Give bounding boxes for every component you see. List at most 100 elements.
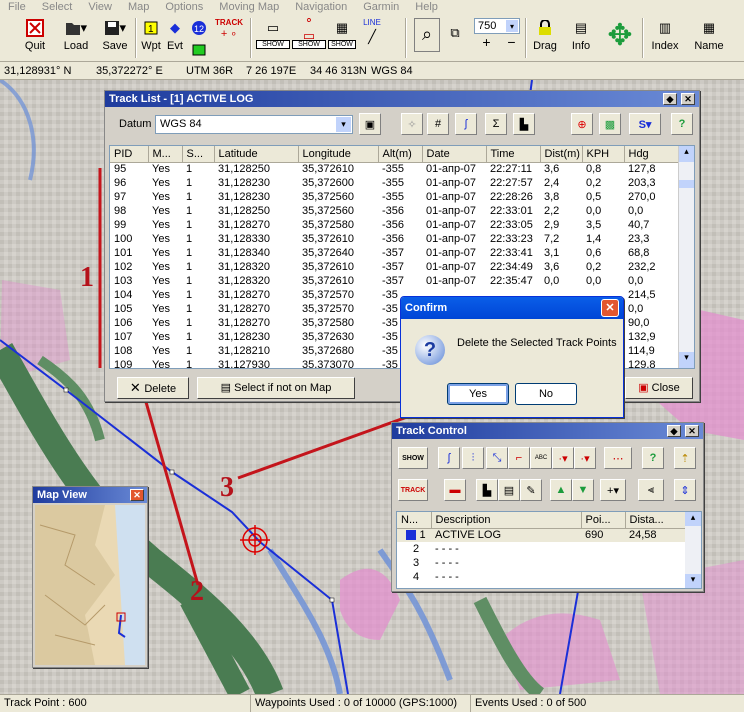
track-line-icon[interactable]: ▬ — [444, 479, 466, 501]
vertical-scrollbar[interactable]: ▴ ▾ — [678, 146, 694, 368]
scroll-down-icon[interactable]: ▾ — [679, 352, 694, 368]
track-button[interactable]: TRACK + ∘ — [214, 18, 244, 40]
event-button[interactable]: ◆ Evt — [164, 18, 186, 52]
yes-button[interactable]: Yes — [447, 383, 509, 405]
scroll-down-icon[interactable]: ▾ — [685, 574, 701, 588]
zoom-window-button[interactable]: ⧉ — [442, 18, 468, 52]
add-dropdown-icon[interactable]: +▾ — [600, 479, 626, 501]
help-icon[interactable]: ? — [642, 447, 664, 469]
track-list-titlebar[interactable]: Track List - [1] ACTIVE LOG ◆ ✕ — [105, 91, 699, 107]
table-row[interactable]: 99 Yes 1 31,128270 35,372580 -356 01-апр-07 22:… — [110, 218, 680, 232]
column-header[interactable]: Alt(m) — [378, 146, 423, 163]
zoom-in-icon[interactable]: + — [482, 34, 490, 50]
menu-file[interactable]: File — [0, 0, 34, 14]
sort-dropdown-icon[interactable]: S▾ — [629, 113, 661, 135]
magnify-button[interactable]: ⌕ — [414, 18, 440, 52]
column-header[interactable]: PID — [110, 146, 149, 163]
zoom-out-icon[interactable]: − — [507, 34, 515, 50]
crosshair-filter-icon[interactable]: ✧ — [401, 113, 423, 135]
menu-select[interactable]: Select — [34, 0, 81, 14]
column-header[interactable]: S... — [182, 146, 215, 163]
table-row[interactable]: 4 - - - - — [397, 570, 687, 584]
table-row[interactable]: 101 Yes 1 31,128340 35,372640 -357 01-апр-07 22… — [110, 246, 680, 260]
picture-icon[interactable]: ▣ — [359, 113, 381, 135]
scroll-thumb[interactable] — [679, 180, 694, 188]
restore-icon[interactable]: ◆ — [663, 93, 677, 105]
table-row[interactable]: 2 - - - - — [397, 542, 687, 556]
upload-icon[interactable]: ⇡ — [674, 447, 696, 469]
column-header[interactable]: Poi... — [581, 512, 626, 529]
column-header[interactable]: KPH — [582, 146, 625, 163]
table-row[interactable]: 96 Yes 1 31,128230 35,372600 -355 01-апр-07 22:… — [110, 176, 680, 190]
document-icon[interactable]: ▤ — [498, 479, 520, 501]
load-button[interactable]: ▾ Load — [60, 18, 92, 52]
join-tracks-icon[interactable]: ⋯ — [604, 447, 632, 469]
menu-map[interactable]: Map — [120, 0, 157, 14]
column-header[interactable]: Longitude — [298, 146, 379, 163]
dot-dropdown-icon[interactable]: ·▾ — [574, 447, 596, 469]
show-waypoints-button[interactable]: ▭ SHOW — [256, 18, 290, 49]
name-button[interactable]: ▦ Name — [692, 18, 726, 52]
map-view-titlebar[interactable]: Map View ✕ — [33, 487, 147, 503]
info-button[interactable]: ▤ Info — [566, 18, 596, 52]
column-header[interactable]: Description — [431, 512, 582, 529]
edit-icon[interactable]: ✎ — [520, 479, 542, 501]
no-button[interactable]: No — [515, 383, 577, 405]
close-icon[interactable]: ✕ — [601, 299, 619, 317]
column-header[interactable]: Latitude — [214, 146, 299, 163]
track-curve-icon[interactable]: ʃ — [455, 113, 477, 135]
move-down-icon[interactable]: ▼ — [572, 479, 594, 501]
restore-icon[interactable]: ◆ — [667, 425, 681, 437]
close-icon[interactable]: ✕ — [130, 489, 144, 501]
help-icon[interactable]: ? — [671, 113, 693, 135]
drag-button[interactable]: Drag — [530, 18, 560, 52]
sigma-icon[interactable]: Σ — [485, 113, 507, 135]
merge-icon[interactable]: ⫷ — [638, 479, 664, 501]
move-up-icon[interactable]: ▲ — [550, 479, 572, 501]
confirm-titlebar[interactable]: Confirm ✕ — [401, 297, 623, 319]
column-header[interactable]: Hdg — [624, 146, 681, 163]
column-header[interactable]: Time — [486, 146, 541, 163]
close-button[interactable]: ▣ Close — [625, 377, 693, 399]
select-if-not-on-map-button[interactable]: ▤ Select if not on Map — [197, 377, 355, 399]
menu-garmin[interactable]: Garmin — [355, 0, 407, 14]
pan-button[interactable]: ✥ — [602, 18, 638, 56]
scroll-up-icon[interactable]: ▴ — [679, 146, 694, 162]
column-header[interactable]: Date — [422, 146, 487, 163]
menu-options[interactable]: Options — [157, 0, 211, 14]
overview-map[interactable] — [35, 505, 145, 665]
show-tracks-button[interactable]: SHOW — [398, 447, 428, 469]
show-line-button[interactable]: LINE ╱ — [358, 18, 386, 49]
track-curve-icon[interactable]: ʃ — [438, 447, 460, 469]
quit-button[interactable]: Quit — [20, 18, 50, 52]
index-button[interactable]: ▥ Index — [650, 18, 680, 52]
save-disk-icon[interactable]: ▙ — [476, 479, 498, 501]
table-row[interactable]: 100 Yes 1 31,128330 35,372610 -356 01-апр-07 22… — [110, 232, 680, 246]
datum-select[interactable]: WGS 84 ▾ — [155, 115, 353, 134]
close-icon[interactable]: ✕ — [685, 425, 699, 437]
table-row[interactable]: 97 Yes 1 31,128230 35,372560 -355 01-апр-07 22:… — [110, 190, 680, 204]
save-disk-icon[interactable]: ▙ — [513, 113, 535, 135]
table-row[interactable]: 103 Yes 1 31,128320 35,372610 -357 01-апр-07 22… — [110, 274, 680, 288]
track-control-titlebar[interactable]: Track Control ◆ ✕ — [392, 423, 703, 439]
table-row[interactable]: 95 Yes 1 31,128250 35,372610 -355 01-апр-07 22:… — [110, 162, 680, 176]
map-layers-icon[interactable]: ▩ — [599, 113, 621, 135]
route-button[interactable]: 12 — [188, 18, 210, 62]
show-routes-button[interactable]: ∘ ▭ SHOW — [292, 12, 326, 49]
menu-help[interactable]: Help — [407, 0, 446, 14]
track-split-icon[interactable]: ⌐ — [508, 447, 530, 469]
zoom-select[interactable]: 750 ▾ — [474, 18, 520, 34]
delete-button[interactable]: ✕ Delete — [117, 377, 189, 399]
column-header[interactable]: Dist(m) — [540, 146, 583, 163]
table-row[interactable]: 3 - - - - — [397, 556, 687, 570]
save-button[interactable]: ▾ Save — [100, 18, 130, 52]
split-vertical-icon[interactable]: ⇕ — [674, 479, 696, 501]
new-track-button[interactable]: TRACK — [398, 479, 428, 501]
menu-view[interactable]: View — [80, 0, 120, 14]
table-row[interactable]: 102 Yes 1 31,128320 35,372610 -357 01-апр-07 22… — [110, 260, 680, 274]
track-diagonal-icon[interactable]: ⤡ — [486, 447, 508, 469]
column-header[interactable]: M... — [148, 146, 183, 163]
column-header[interactable]: Dista... — [625, 512, 688, 529]
track-vertical-icon[interactable]: ⫶ — [462, 447, 484, 469]
grid-hash-icon[interactable]: # — [427, 113, 449, 135]
